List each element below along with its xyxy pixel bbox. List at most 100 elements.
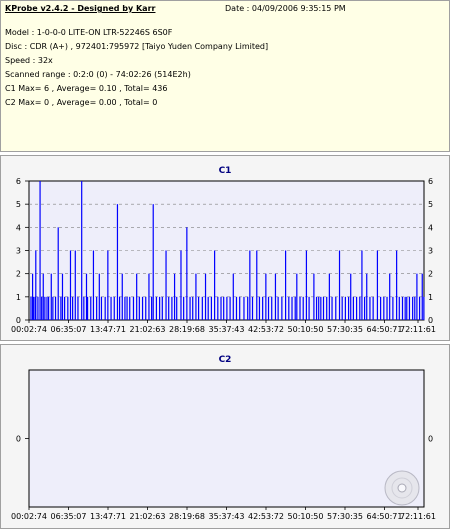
c1-bar [210,296,213,320]
c1-bar [401,296,404,320]
app-title: KProbe v2.4.2 - Designed by Karr [5,4,156,13]
c1-bar [52,296,54,320]
x-tick-label: 35:37:43 [209,325,245,334]
c1-bar [30,296,32,320]
c1-bar [195,273,197,320]
c1-bar [72,296,74,320]
c1-bar [256,250,258,320]
c1-bar [104,296,106,320]
c1-bar [90,296,92,320]
x-tick-label: 28:19:68 [169,512,205,521]
c1-bar [408,296,411,320]
c1-bar [46,296,48,320]
y-tick-label-right: 1 [428,293,433,302]
c1-bar [171,296,173,320]
c1-bar [328,273,330,320]
chart-title: C2 [219,355,232,365]
c1-bar [296,273,298,320]
c1-bar [189,296,191,320]
x-tick-label: 72:11:61 [400,325,436,334]
c1-bar [398,296,400,320]
c2-chart: C2 0 0 00:02:74 06:35:07 13:47:71 21:02:63 28:1… [11,355,436,521]
scan-speed: Speed : 32x [5,56,53,65]
c1-bar [48,296,50,320]
x-tick-label: 50:10:50 [288,512,324,521]
scanned-range: Scanned range : 0:2:0 (0) - 74:02:26 (51… [5,70,191,79]
c1-bar [308,296,310,320]
c1-bar [389,273,391,320]
y-tick-label-left: 0 [16,435,21,444]
c1-bar [31,273,34,320]
chart-title: C1 [219,166,232,176]
c1-bar [274,273,277,320]
y-tick-label-left: 4 [16,223,21,232]
c1-bar [320,296,322,320]
c1-bar [67,296,69,320]
c1-bar [291,296,293,320]
y-tick-label-right: 5 [428,200,433,209]
c1-bar [335,296,337,320]
y-tick-label-right: 2 [428,270,433,279]
c1-bar [204,273,207,320]
y-tick-label-right: 0 [428,435,433,444]
x-tick-label: 50:10:50 [288,325,324,334]
y-tick-label-left: 6 [16,177,21,186]
c1-bar [364,296,366,320]
c1-bar [383,296,385,320]
c1-bar [165,250,167,320]
y-tick-label-left: 2 [16,270,21,279]
c1-bar [249,250,251,320]
c1-bar [148,273,150,320]
c1-bar [100,296,103,320]
c1-bar [110,296,112,320]
c1-bar [265,273,267,320]
c1-bar [347,296,350,320]
c1-bar [386,296,388,320]
c1-bar [33,296,35,320]
c1-bar [176,296,178,320]
c1-bar [141,296,144,320]
c1-bar [42,273,44,320]
x-tick-label: 57:30:35 [327,512,363,521]
y-tick-label-right: 4 [428,223,433,232]
c1-bar [396,250,398,320]
c1-bar [60,296,62,320]
c1-bar [414,296,416,320]
c1-bar [376,250,379,320]
c1-bar [412,296,414,320]
y-tick-label-left: 0 [16,316,21,325]
c1-bar [232,273,234,320]
c1-bar [92,250,95,320]
c1-bar [404,296,406,320]
c1-bar [267,296,270,320]
c1-bar [64,296,66,320]
c1-bar [243,296,245,320]
c1-chart-panel: C1 0 0 1 1 2 2 3 3 4 4 5 5 6 6 00:02:74 06:35:07 13:47:71… [0,155,450,341]
c1-bar [54,296,57,320]
c1-bar [129,296,131,320]
c1-bar [168,296,170,320]
c1-bar [352,296,354,320]
c1-bar [98,273,100,320]
c1-bar [262,296,264,320]
x-tick-label: 21:02:63 [130,512,166,521]
c1-bar [359,296,361,320]
c1-bar [57,227,59,320]
c1-bar [288,296,290,320]
c1-bar [406,296,408,320]
c1-bar [113,296,115,320]
x-tick-label: 13:47:71 [90,512,126,521]
c1-bar [366,273,368,320]
c1-bar [183,296,185,320]
c1-bar [369,296,371,320]
c1-bar [217,296,219,320]
c1-bar [392,296,394,320]
c1-bar [37,296,39,320]
c1-bar [220,296,222,320]
c1-bar [83,296,85,320]
c1-bar [322,296,325,320]
c1-bar [121,273,123,320]
c1-bar [416,273,418,320]
info-panel: KProbe v2.4.2 - Designed by Karr Date : … [0,0,450,152]
scan-date: Date : 04/09/2006 9:35:15 PM [225,4,346,13]
